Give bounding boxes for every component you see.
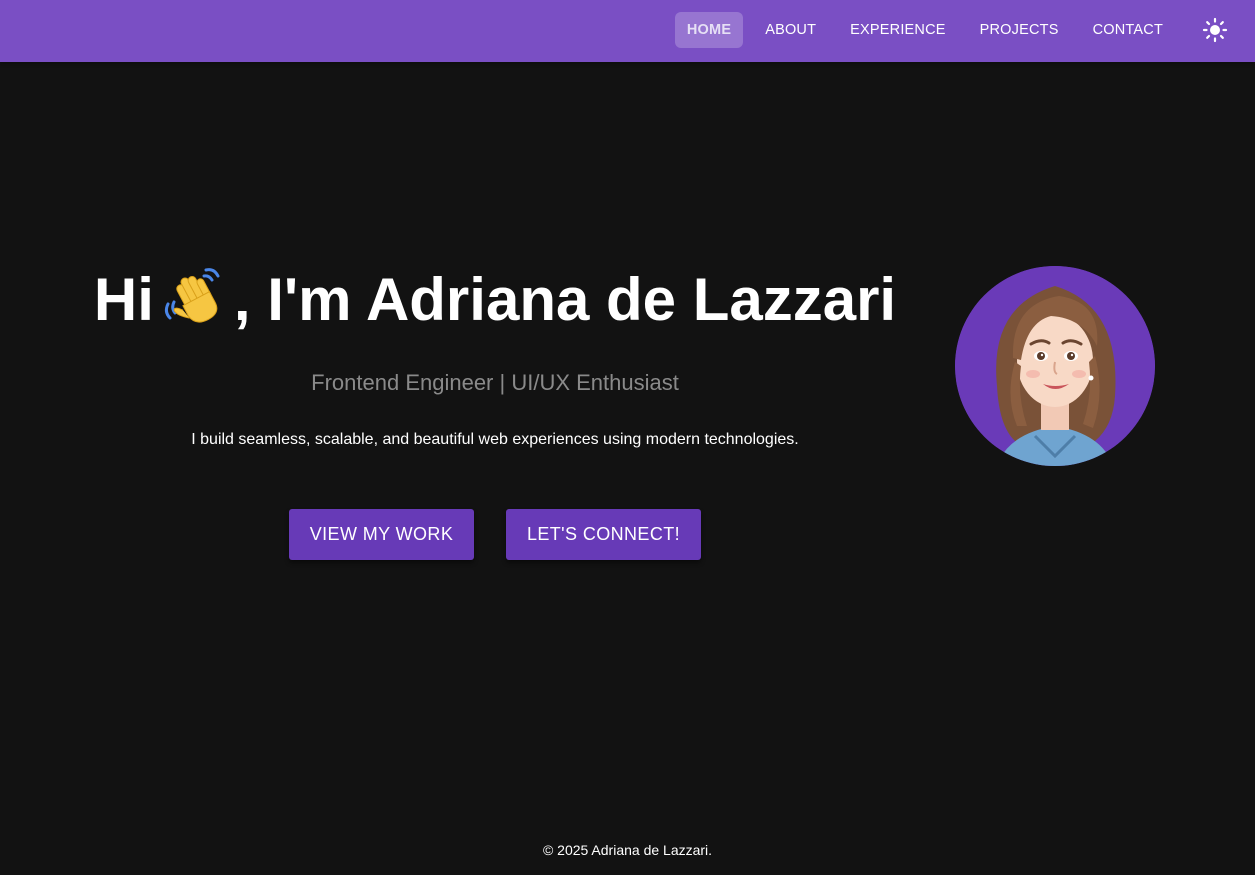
top-navbar: HOME ABOUT EXPERIENCE PROJECTS CONTACT: [0, 0, 1255, 62]
sun-icon: [1202, 17, 1228, 43]
profile-avatar-illustration: [955, 266, 1155, 466]
hero-name-text: , I'm Adriana de Lazzari: [233, 266, 897, 333]
waving-hand-icon: [160, 264, 230, 326]
hero-title: Hi , I'm Adriana de Lazzari: [60, 262, 930, 338]
footer-copyright: © 2025 Adriana de Lazzari.: [542, 842, 713, 858]
nav-item-experience[interactable]: EXPERIENCE: [838, 12, 957, 48]
nav-item-contact[interactable]: CONTACT: [1081, 12, 1175, 48]
hero-greeting: Hi: [93, 266, 154, 333]
nav-item-projects[interactable]: PROJECTS: [968, 12, 1071, 48]
hero-subtitle: Frontend Engineer | UI/UX Enthusiast: [311, 370, 679, 395]
nav-item-home[interactable]: HOME: [674, 12, 744, 48]
nav-item-about[interactable]: ABOUT: [753, 12, 828, 48]
theme-toggle-button[interactable]: [1202, 17, 1228, 43]
profile-avatar: [955, 266, 1155, 466]
lets-connect-button[interactable]: LET'S CONNECT!: [506, 509, 701, 560]
view-my-work-button[interactable]: VIEW MY WORK: [289, 509, 474, 560]
hero-tagline: I build seamless, scalable, and beautifu…: [191, 431, 799, 448]
nav-links: HOME ABOUT EXPERIENCE PROJECTS CONTACT: [665, 12, 1175, 48]
